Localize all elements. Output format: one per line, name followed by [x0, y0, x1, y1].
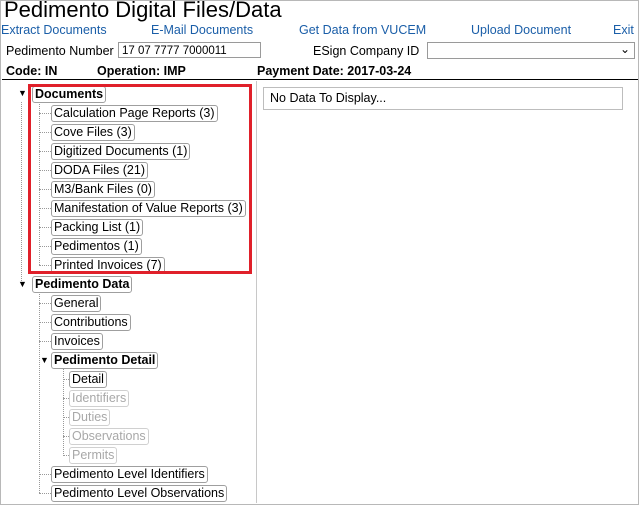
page-title: Pedimento Digital Files/Data	[4, 0, 282, 22]
tree-node-general[interactable]: General	[51, 295, 102, 312]
tree-connector	[39, 322, 51, 323]
tree-connector	[39, 303, 51, 304]
operation-text: Operation: IMP	[97, 64, 186, 78]
pedimento-number-input[interactable]: 17 07 7777 7000011	[118, 42, 261, 58]
pedimento-number-label: Pedimento Number	[6, 44, 114, 58]
email-documents-link[interactable]: E-Mail Documents	[151, 23, 253, 37]
no-data-text: No Data To Display...	[270, 91, 387, 105]
esign-company-label: ESign Company ID	[313, 44, 420, 58]
upload-document-link[interactable]: Upload Document	[471, 23, 571, 37]
tree-node-pedimento-level-identifiers[interactable]: Pedimento Level Identifiers	[51, 466, 208, 483]
tree-connector	[39, 341, 51, 342]
tree-node-permits: Permits	[69, 447, 118, 464]
triangle-down-icon[interactable]: ▼	[18, 89, 27, 98]
header-divider	[2, 79, 638, 80]
tree-node-identifiers: Identifiers	[69, 390, 130, 407]
tree-connector	[39, 493, 51, 494]
tree-node-pedimento-data[interactable]: Pedimento Data	[32, 276, 133, 293]
tree-connector	[39, 474, 51, 475]
tree-connector	[63, 368, 64, 454]
tree-connector	[21, 102, 22, 285]
tree-node-detail[interactable]: Detail	[69, 371, 107, 388]
chevron-down-icon: ⌄	[619, 42, 630, 56]
esign-company-select[interactable]: ⌄	[427, 42, 635, 59]
payment-date-text: Payment Date: 2017-03-24	[257, 64, 412, 78]
tree-node-observations: Observations	[69, 428, 149, 445]
info-bar: Code: IN Operation: IMP Payment Date: 20…	[1, 64, 639, 79]
documents-highlight-box	[28, 84, 252, 274]
exit-link[interactable]: Exit	[613, 23, 634, 37]
tree-node-invoices[interactable]: Invoices	[51, 333, 103, 350]
tree-node-pedimento-detail[interactable]: Pedimento Detail	[51, 352, 159, 369]
extract-documents-link[interactable]: Extract Documents	[1, 23, 107, 37]
triangle-down-icon[interactable]: ▼	[40, 356, 49, 365]
get-data-vucem-link[interactable]: Get Data from VUCEM	[299, 23, 426, 37]
tree-node-duties: Duties	[69, 409, 111, 426]
tree-node-pedimento-level-observations[interactable]: Pedimento Level Observations	[51, 485, 228, 502]
action-bar: Extract Documents E-Mail Documents Get D…	[1, 23, 639, 39]
triangle-down-icon[interactable]: ▼	[18, 280, 27, 289]
code-text: Code: IN	[6, 64, 58, 78]
data-panel: No Data To Display...	[263, 87, 623, 110]
tree-node-contributions[interactable]: Contributions	[51, 314, 131, 331]
